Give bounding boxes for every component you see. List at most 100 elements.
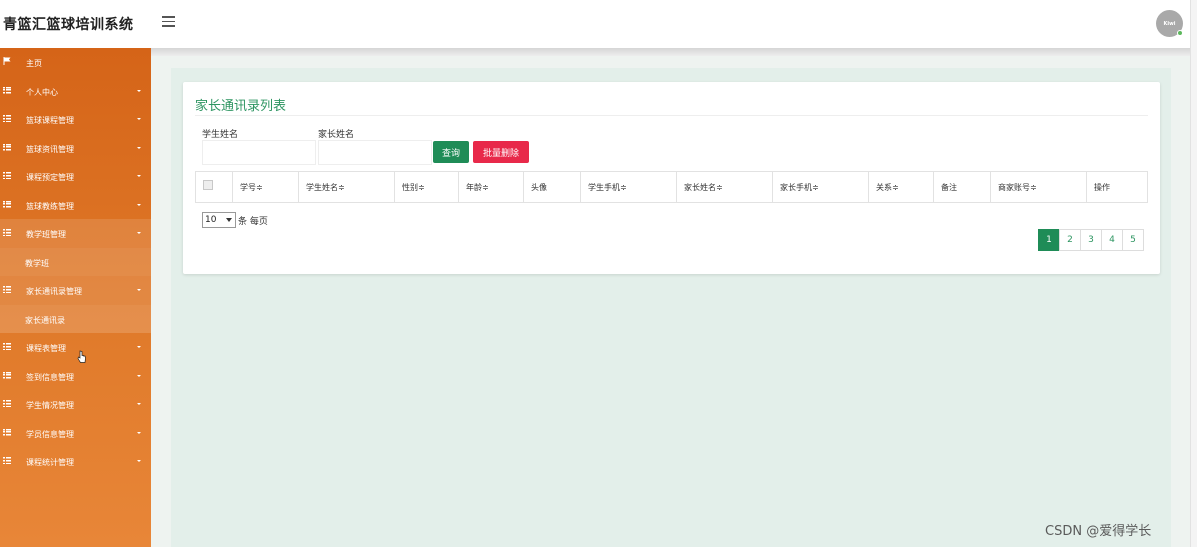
column-header-label: 头像 — [531, 182, 547, 192]
column-header-label: 备注 — [941, 182, 957, 192]
caret-down-icon — [137, 431, 141, 434]
list-icon — [3, 286, 11, 293]
column-header: 头像 — [524, 172, 581, 202]
page-button-2[interactable]: 2 — [1059, 229, 1081, 251]
top-header: 青篮汇篮球培训系统 Kiwi — [0, 0, 1190, 48]
sort-icon: ≑ — [812, 182, 819, 192]
sidebar-item-label: 学生情况管理 — [26, 401, 74, 410]
sidebar-item-label: 篮球教练管理 — [26, 201, 74, 211]
sidebar-item-schedule-management[interactable]: 课程表管理 — [0, 333, 151, 362]
column-header[interactable]: 家长手机 ≑ — [773, 172, 869, 202]
column-header-label: 学生手机 — [588, 182, 620, 192]
caret-down-icon — [137, 346, 141, 348]
page-size-select[interactable]: 10 — [202, 212, 236, 228]
sidebar-item-student-status-management[interactable]: 学生情况管理 — [0, 390, 151, 419]
list-icon — [3, 86, 11, 94]
sidebar-item-label: 篮球课程管理 — [26, 116, 74, 125]
page-button-4[interactable]: 4 — [1101, 229, 1123, 251]
column-header[interactable]: 商家账号 ≑ — [991, 172, 1087, 202]
sort-icon: ≑ — [256, 182, 263, 192]
column-header: 操作 — [1087, 172, 1147, 202]
student-name-input[interactable] — [202, 140, 316, 165]
column-header[interactable]: 性别 ≑ — [395, 172, 459, 202]
list-icon — [3, 371, 11, 379]
sidebar-item-checkin-management[interactable]: 签到信息管理 — [0, 362, 151, 391]
caret-down-icon — [137, 118, 141, 120]
list-icon — [3, 400, 11, 407]
sort-icon: ≑ — [338, 182, 345, 192]
caret-down-icon — [137, 146, 141, 149]
sidebar-item-course-management[interactable]: 篮球课程管理 — [0, 105, 151, 134]
sidebar-item-member-info-management[interactable]: 学员信息管理 — [0, 419, 151, 448]
list-icon — [3, 229, 11, 236]
vertical-scrollbar[interactable] — [1190, 0, 1197, 547]
pagination: 1 2 3 4 5 — [1038, 229, 1144, 251]
sidebar-subitem-class[interactable]: 教学班 — [0, 247, 151, 276]
sidebar-item-label: 家长通讯录管理 — [26, 287, 82, 296]
query-button[interactable]: 查询 — [433, 141, 469, 163]
column-header-label: 关系 — [876, 182, 892, 192]
sidebar-item-label: 教学班管理 — [26, 230, 66, 239]
hamburger-menu-icon[interactable] — [162, 16, 175, 28]
sidebar-item-coach-management[interactable]: 篮球教练管理 — [0, 191, 151, 220]
select-all-cell — [196, 172, 233, 202]
chevron-down-icon — [226, 218, 232, 222]
sidebar-item-label: 课程统计管理 — [26, 458, 74, 467]
column-header-label: 学号 — [240, 182, 256, 192]
page-title: 家长通讯录列表 — [195, 99, 287, 114]
caret-down-icon — [137, 374, 141, 377]
sort-icon: ≑ — [716, 182, 723, 192]
sidebar: 主页 个人中心 篮球课程管理 篮球资讯管理 课程预定管理 篮球教练管理 教学班管… — [0, 48, 151, 547]
sort-icon: ≑ — [620, 182, 627, 192]
sidebar-item-booking-management[interactable]: 课程预定管理 — [0, 162, 151, 191]
sidebar-item-personal-center[interactable]: 个人中心 — [0, 77, 151, 106]
column-header[interactable]: 年龄 ≑ — [459, 172, 524, 202]
sidebar-item-news-management[interactable]: 篮球资讯管理 — [0, 134, 151, 163]
sidebar-item-label: 学员信息管理 — [26, 429, 74, 439]
column-header[interactable]: 学生姓名 ≑ — [299, 172, 395, 202]
sidebar-subitem-parent-contacts[interactable]: 家长通讯录 — [0, 304, 151, 333]
column-header[interactable]: 学生手机 ≑ — [581, 172, 677, 202]
list-icon — [3, 457, 11, 464]
per-page-label: 条 每页 — [238, 217, 268, 227]
list-icon — [3, 143, 11, 151]
page-button-5[interactable]: 5 — [1122, 229, 1144, 251]
caret-down-icon — [137, 89, 141, 92]
sidebar-item-label: 教学班 — [25, 258, 49, 268]
divider — [195, 115, 1148, 116]
online-status-dot — [1177, 30, 1183, 36]
column-header-label: 性别 — [402, 182, 418, 192]
column-header-label: 家长手机 — [780, 182, 812, 192]
caret-down-icon — [137, 232, 141, 234]
list-icon — [3, 343, 11, 350]
caret-down-icon — [137, 203, 141, 206]
sidebar-item-label: 家长通讯录 — [25, 315, 65, 325]
column-header[interactable]: 关系 ≑ — [869, 172, 934, 202]
sidebar-item-label: 课程预定管理 — [26, 173, 74, 182]
column-header-label: 学生姓名 — [306, 182, 338, 192]
sidebar-item-course-stats-management[interactable]: 课程统计管理 — [0, 447, 151, 476]
batch-delete-button[interactable]: 批量删除 — [473, 141, 529, 163]
column-header: 备注 — [934, 172, 991, 202]
column-header[interactable]: 家长姓名 ≑ — [677, 172, 773, 202]
page-button-3[interactable]: 3 — [1080, 229, 1102, 251]
sidebar-item-home[interactable]: 主页 — [0, 48, 151, 77]
sidebar-item-label: 课程表管理 — [26, 344, 66, 353]
column-header[interactable]: 学号 ≑ — [233, 172, 299, 202]
list-icon — [3, 200, 11, 208]
sidebar-item-parent-contacts-management[interactable]: 家长通讯录管理 — [0, 276, 151, 305]
data-table-header: 学号 ≑ 学生姓名 ≑ 性别 ≑ 年龄 ≑ 头像 学生手机 ≑ 家长姓名 ≑ 家长手机 ≑ 关… — [195, 171, 1148, 203]
column-header-label: 商家账号 — [998, 182, 1030, 192]
sidebar-item-label: 主页 — [26, 59, 42, 68]
parent-name-label: 家长姓名 — [318, 130, 355, 140]
sidebar-item-class-management[interactable]: 教学班管理 — [0, 219, 151, 248]
page-button-1[interactable]: 1 — [1038, 229, 1060, 251]
sidebar-item-label: 签到信息管理 — [26, 372, 74, 382]
sidebar-item-label: 篮球资讯管理 — [26, 144, 74, 154]
parent-name-input[interactable] — [318, 140, 432, 165]
list-icon — [3, 428, 11, 436]
list-icon — [3, 115, 11, 122]
caret-down-icon — [137, 175, 141, 177]
select-all-checkbox[interactable] — [203, 180, 213, 190]
caret-down-icon — [137, 460, 141, 462]
